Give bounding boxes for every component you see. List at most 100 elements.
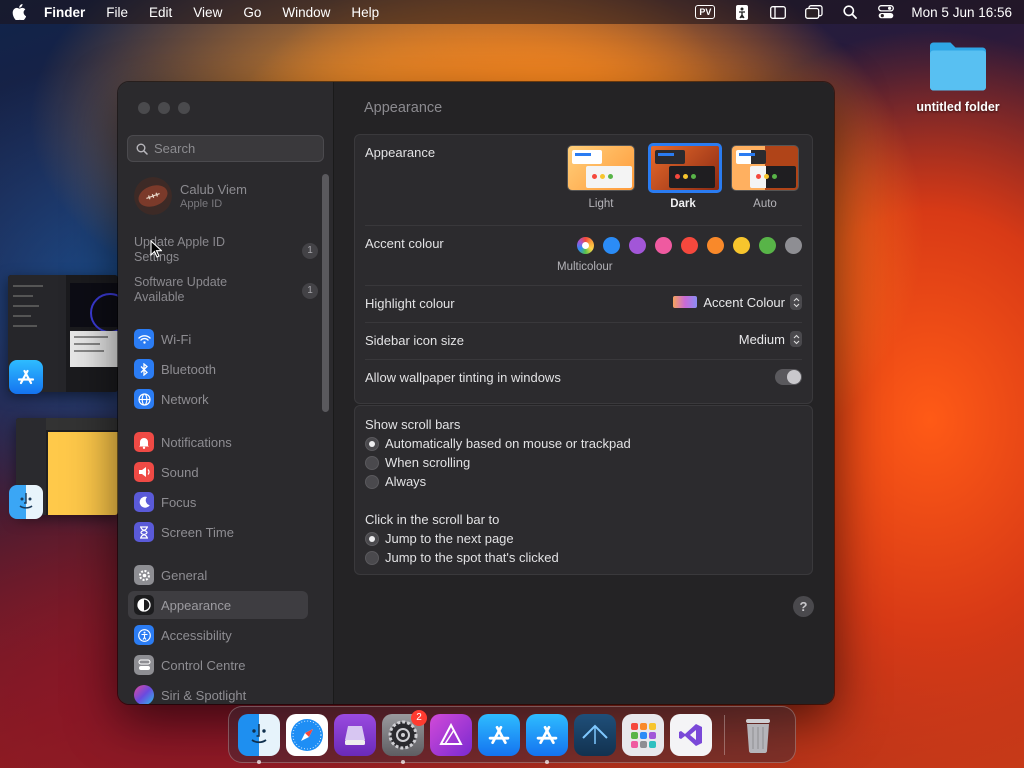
notice-badge: 1 [302,243,318,259]
accent-swatch-orange[interactable] [707,237,724,254]
accent-swatch-purple[interactable] [629,237,646,254]
software-update-notice[interactable]: Software Update Available 1 [134,275,324,305]
menu-view[interactable]: View [193,5,222,20]
dock-instruments[interactable] [574,713,616,756]
menu-help[interactable]: Help [351,5,379,20]
sidebar-item-siri-spotlight[interactable]: Siri & Spotlight [128,681,308,704]
launchpad-grid-icon [631,722,656,748]
sidebar-item-control-centre[interactable]: Control Centre [128,651,308,679]
menu-edit[interactable]: Edit [149,5,172,20]
sidebar-item-appearance[interactable]: Appearance [128,591,308,619]
menu-bar: Finder File Edit View Go Window Help PV … [0,0,1024,24]
accent-swatch-red[interactable] [681,237,698,254]
window-controls [138,102,190,114]
appearance-option-dark[interactable]: Dark [648,143,722,210]
desktop-folder[interactable]: untitled folder [908,40,1008,114]
accessibility-menu-icon[interactable] [733,4,751,20]
click-option-spot-clicked[interactable]: Jump to the spot that's clicked [365,550,559,565]
dock-app-store[interactable] [478,713,520,756]
radio-button[interactable] [365,436,379,451]
radio-button[interactable] [365,550,379,565]
zoom-button[interactable] [178,102,190,114]
scroll-option-automatic[interactable]: Automatically based on mouse or trackpad [365,436,631,451]
accent-swatch-pink[interactable] [655,237,672,254]
appearance-option-light[interactable]: Light [566,145,636,210]
radio-button[interactable] [365,455,379,470]
highlight-colour-preview [673,296,698,308]
menu-clock[interactable]: Mon 5 Jun 16:56 [911,5,1012,20]
search-input[interactable]: Search [127,135,324,162]
appearance-icon [134,595,154,615]
sidebar-item-general[interactable]: General [128,561,308,589]
dock-visual-studio[interactable] [670,713,712,756]
sidebar-item-screen-time[interactable]: Screen Time [128,518,308,546]
sidebar-item-wifi[interactable]: Wi-Fi [128,325,308,353]
sidebar-item-network[interactable]: Network [128,385,308,413]
visual-studio-icon [679,723,702,746]
sidebar-item-label: General [161,567,208,583]
scroll-option-when-scrolling[interactable]: When scrolling [365,455,470,470]
appearance-option-label: Dark [670,198,696,210]
sidebar-icon-size-popup[interactable]: Medium [739,331,802,347]
accent-swatch-graphite[interactable] [785,237,802,254]
menu-go[interactable]: Go [243,5,261,20]
notice-label: Software Update Available [134,275,228,304]
appearance-option-auto[interactable]: Auto [730,145,800,210]
dock-app-store-2[interactable] [526,713,568,764]
highlight-colour-popup[interactable]: Accent Colour [673,294,802,310]
dock-disk-utility[interactable] [334,713,376,756]
radio-label: Automatically based on mouse or trackpad [385,436,631,451]
show-scroll-bars-label: Show scroll bars [365,417,461,432]
help-button[interactable]: ? [793,596,814,617]
accent-swatch-green[interactable] [759,237,776,254]
dock-safari[interactable] [286,713,328,756]
sidebar-item-label: Control Centre [161,657,246,673]
speaker-icon [134,462,154,482]
control-centre-icon[interactable] [877,4,895,20]
stage-manager-icon[interactable] [805,4,824,20]
bell-icon [134,432,154,452]
folder-icon [930,42,986,91]
sidebar-item-label: Siri & Spotlight [161,687,247,703]
close-button[interactable] [138,102,150,114]
scroll-option-always[interactable]: Always [365,474,426,489]
mouse-cursor-icon [150,240,162,258]
dock-affinity[interactable] [430,713,472,756]
radio-label: Jump to the next page [385,531,514,546]
appearance-label: Appearance [365,145,436,160]
input-source-indicator[interactable]: PV [695,5,716,19]
accent-swatch-yellow[interactable] [733,237,750,254]
menu-file[interactable]: File [106,5,128,20]
sidebar-item-label: Screen Time [161,524,234,540]
sidebar-item-focus[interactable]: Focus [128,488,308,516]
wallpaper-tinting-label: Allow wallpaper tinting in windows [365,370,561,385]
wallpaper-tinting-toggle[interactable] [775,369,802,385]
radio-button[interactable] [365,474,379,489]
sidebar-item-sound[interactable]: Sound [128,458,308,486]
menu-window[interactable]: Window [282,5,330,20]
menu-app-finder[interactable]: Finder [44,5,85,20]
highlight-colour-label: Highlight colour [365,296,455,311]
click-option-next-page[interactable]: Jump to the next page [365,531,514,546]
siri-icon [134,685,154,704]
accessibility-icon [134,625,154,645]
apple-id-account[interactable]: Calub Viem Apple ID [134,177,247,215]
radio-button[interactable] [365,531,379,546]
dock-finder[interactable] [238,713,280,764]
sidebar-item-accessibility[interactable]: Accessibility [128,621,308,649]
dock-system-settings[interactable]: 2 [382,709,427,764]
radio-label: When scrolling [385,455,471,470]
sidebar-item-bluetooth[interactable]: Bluetooth [128,355,308,383]
minimize-button[interactable] [158,102,170,114]
spotlight-search-icon[interactable] [841,4,859,20]
apple-logo-icon[interactable] [12,4,26,20]
sidebar-item-notifications[interactable]: Notifications [128,428,308,456]
safari-compass-icon [291,718,323,751]
accent-swatch-blue[interactable] [603,237,620,254]
dock-trash[interactable] [737,714,779,756]
accent-colour-row: Accent colour Multicolour [365,236,802,276]
dock-launchpad[interactable] [622,713,664,756]
sidebar-toggle-icon[interactable] [769,4,787,20]
accent-swatch-multicolour[interactable] [577,237,594,254]
update-apple-id-notice[interactable]: Update Apple ID Settings 1 [134,235,324,265]
